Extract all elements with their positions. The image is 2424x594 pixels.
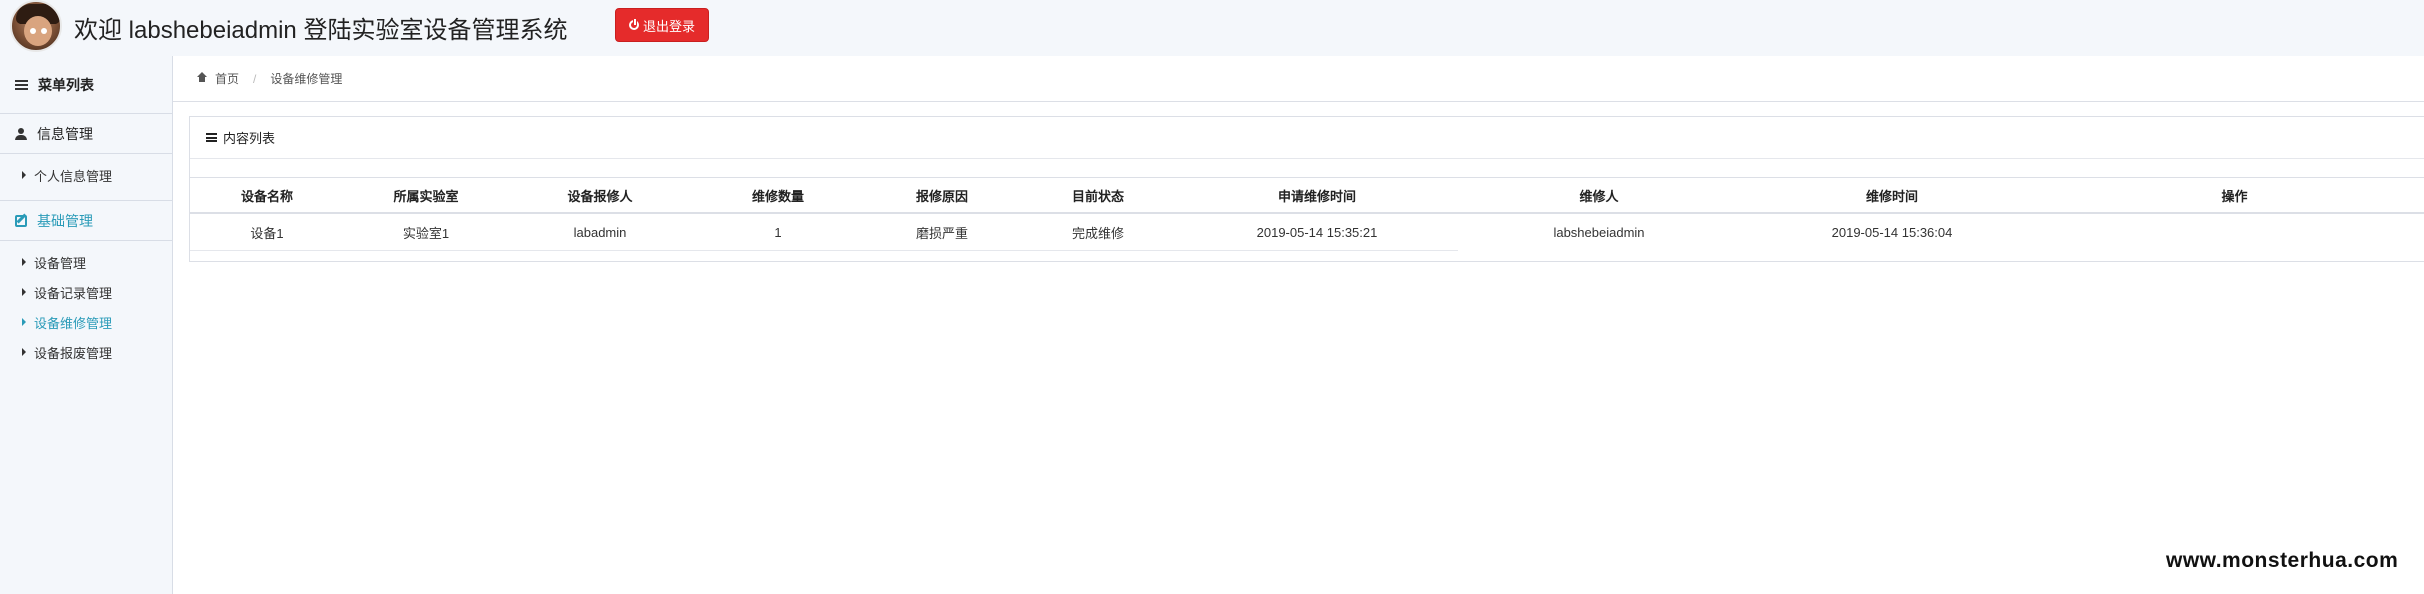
sidebar-group-info[interactable]: 信息管理 <box>0 114 172 154</box>
table-cell: 磨损严重 <box>864 213 1020 251</box>
table-cell: 实验室1 <box>344 213 508 251</box>
avatar <box>10 0 62 52</box>
caret-right-icon <box>22 258 26 266</box>
breadcrumb-current: 设备维修管理 <box>270 72 343 86</box>
sidebar-item-equipment-repair[interactable]: 设备维修管理 <box>0 307 172 337</box>
edit-icon <box>15 214 27 227</box>
sidebar-item-label: 设备管理 <box>34 255 87 271</box>
logout-button[interactable]: 退出登录 <box>615 8 709 42</box>
sidebar-sublist-info: 个人信息管理 <box>0 154 172 201</box>
table-cell: labshebeiadmin <box>1553 224 1645 240</box>
home-icon <box>197 72 207 83</box>
caret-right-icon <box>22 288 26 296</box>
sidebar-item-equipment-scrap[interactable]: 设备报废管理 <box>0 337 172 367</box>
table-cell: labadmin <box>508 213 692 251</box>
sidebar-group-basic[interactable]: 基础管理 <box>0 201 172 241</box>
table-header-row: 设备名称 所属实验室 设备报修人 维修数量 报修原因 目前状态 申请维修时间 维… <box>190 177 2424 214</box>
sidebar-menu-title: 菜单列表 <box>0 56 172 114</box>
power-icon <box>628 19 639 30</box>
column-header: 维修人 <box>1458 177 1740 214</box>
breadcrumb: 首页 / 设备维修管理 <box>173 56 2424 102</box>
sidebar-item-equipment-records[interactable]: 设备记录管理 <box>0 277 172 307</box>
table-cell-actions <box>2044 213 2424 251</box>
bars-icon <box>206 133 217 142</box>
sidebar: 菜单列表 信息管理 个人信息管理 基础管理 设备管理 设备记录管理 设备维修管理… <box>0 56 173 594</box>
watermark: www.monsterhua.com <box>2166 549 2399 572</box>
sidebar-title-label: 菜单列表 <box>38 76 94 93</box>
caret-right-icon <box>22 318 26 326</box>
content-panel: 内容列表 设备名称 所属实验室 设备报修人 维修数量 报修原因 目前状态 申请维… <box>189 116 2424 262</box>
repair-table: 设备名称 所属实验室 设备报修人 维修数量 报修原因 目前状态 申请维修时间 维… <box>190 177 2424 251</box>
logout-label: 退出登录 <box>642 18 695 34</box>
column-header: 报修原因 <box>864 177 1020 214</box>
sidebar-item-label: 个人信息管理 <box>34 168 113 184</box>
column-header: 操作 <box>2044 177 2424 214</box>
top-header: 欢迎 labshebeiadmin 登陆实验室设备管理系统 退出登录 <box>0 0 2424 56</box>
sidebar-sublist-basic: 设备管理 设备记录管理 设备维修管理 设备报废管理 <box>0 241 172 377</box>
sidebar-item-equipment[interactable]: 设备管理 <box>0 247 172 277</box>
table-row: 设备1 实验室1 labadmin 1 磨损严重 完成维修 2019-05-14… <box>190 213 2424 251</box>
sidebar-group-label: 信息管理 <box>37 125 93 142</box>
column-header: 维修时间 <box>1740 177 2044 214</box>
table-cell: 1 <box>692 213 864 251</box>
table-cell: 设备1 <box>190 213 344 251</box>
sidebar-item-label: 设备维修管理 <box>34 315 113 331</box>
caret-right-icon <box>22 348 26 356</box>
column-header: 设备名称 <box>190 177 344 214</box>
table-cell: 2019-05-14 15:35:21 <box>1176 213 1458 251</box>
user-icon <box>15 127 27 140</box>
table-cell: 完成维修 <box>1020 213 1176 251</box>
breadcrumb-separator: / <box>253 71 257 86</box>
table-cell: 2019-05-14 15:36:04 <box>1831 224 1953 240</box>
sidebar-item-label: 设备报废管理 <box>34 345 113 361</box>
panel-header: 内容列表 <box>190 117 2424 159</box>
panel-title: 内容列表 <box>223 131 276 146</box>
column-header: 维修数量 <box>692 177 864 214</box>
breadcrumb-home[interactable]: 首页 <box>215 70 239 87</box>
list-icon <box>15 79 28 90</box>
caret-right-icon <box>22 171 26 179</box>
column-header: 所属实验室 <box>344 177 508 214</box>
sidebar-group-label: 基础管理 <box>37 212 93 229</box>
column-header: 申请维修时间 <box>1176 177 1458 214</box>
welcome-title: 欢迎 labshebeiadmin 登陆实验室设备管理系统 <box>74 17 568 44</box>
sidebar-item-personal-info[interactable]: 个人信息管理 <box>0 160 172 190</box>
column-header: 目前状态 <box>1020 177 1176 214</box>
column-header: 设备报修人 <box>508 177 692 214</box>
sidebar-item-label: 设备记录管理 <box>34 285 113 301</box>
